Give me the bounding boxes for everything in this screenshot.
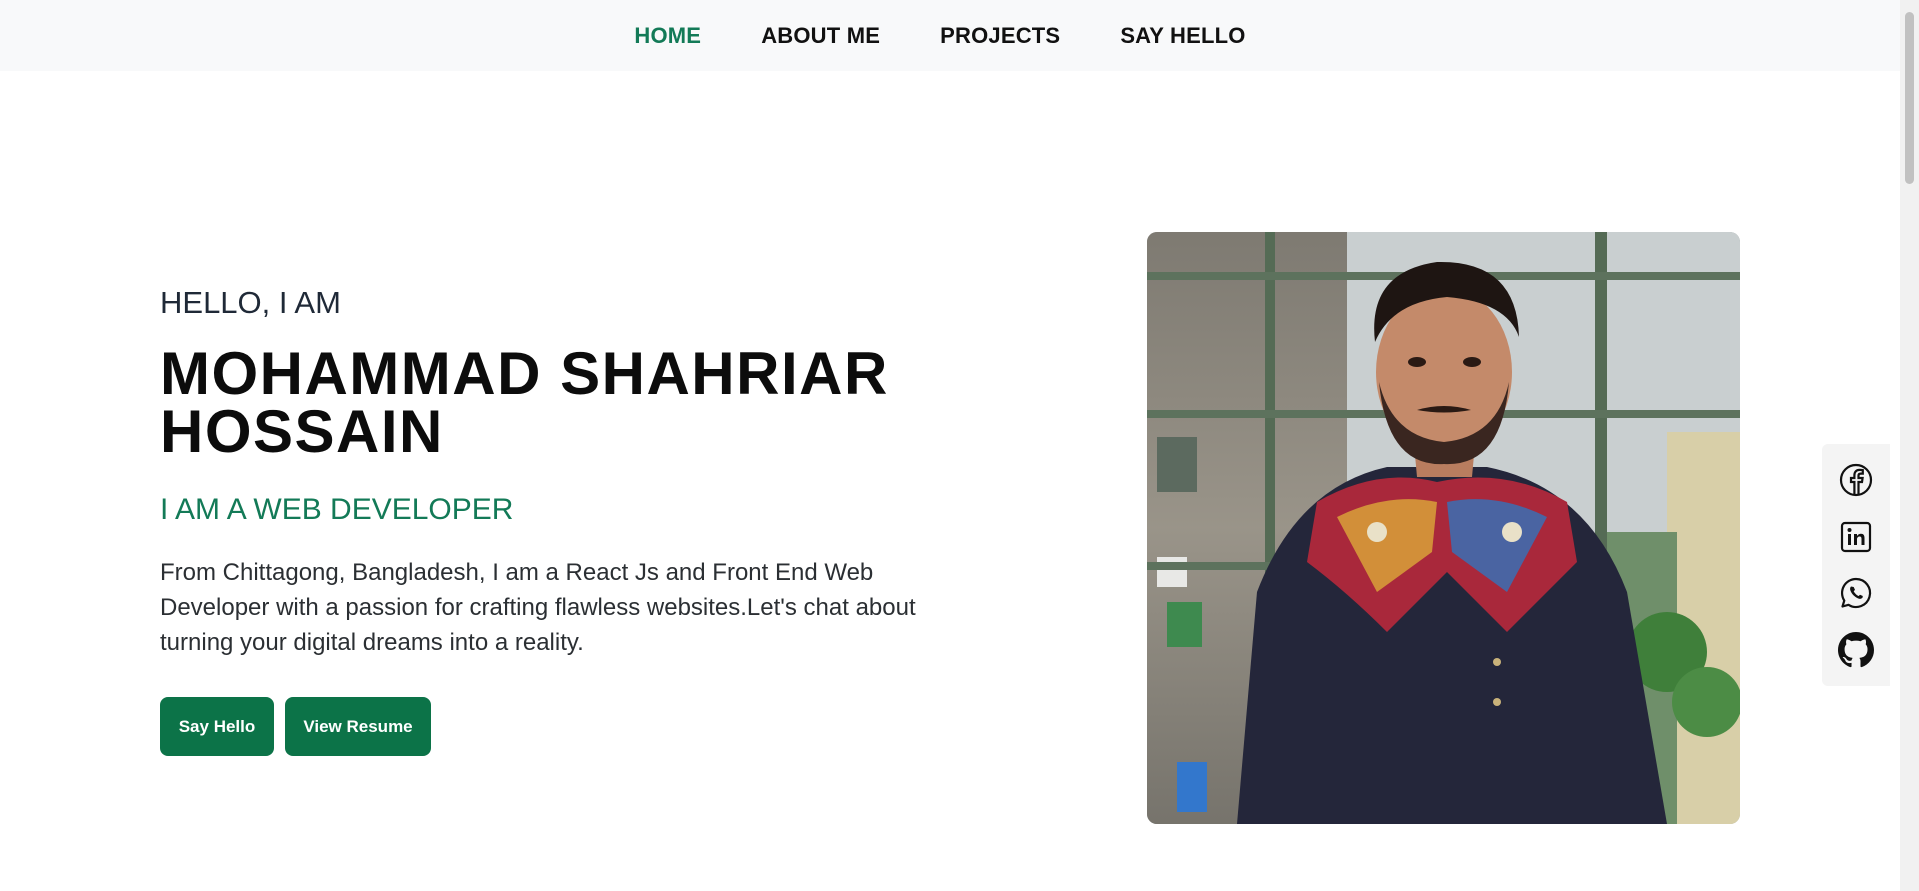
profile-photo [1147, 232, 1740, 824]
hero-name-line2: HOSSAIN [160, 398, 444, 465]
social-sidebar [1822, 444, 1890, 686]
hero-role: I AM A WEB DEVELOPER [160, 493, 514, 526]
facebook-icon[interactable] [1837, 461, 1875, 499]
scrollbar-thumb[interactable] [1905, 12, 1914, 184]
nav-projects-link[interactable]: PROJECTS [940, 23, 1060, 48]
hero-greeting: HELLO, I AM [160, 285, 341, 320]
hero-section: HELLO, I AM MOHAMMAD SHAHRIAR HOSSAIN I … [160, 285, 940, 756]
view-resume-button[interactable]: View Resume [285, 697, 431, 756]
page-scrollbar[interactable] [1900, 0, 1919, 891]
hero-buttons: Say Hello View Resume [160, 697, 940, 756]
top-navbar: HOME ABOUT ME PROJECTS SAY HELLO [0, 0, 1900, 71]
github-icon[interactable] [1837, 631, 1875, 669]
hero-name: MOHAMMAD SHAHRIAR HOSSAIN [160, 344, 940, 462]
linkedin-icon[interactable] [1837, 518, 1875, 556]
whatsapp-icon[interactable] [1837, 574, 1875, 612]
say-hello-button[interactable]: Say Hello [160, 697, 274, 756]
hero-name-line1: MOHAMMAD SHAHRIAR [160, 340, 889, 407]
nav-about-link[interactable]: ABOUT ME [761, 23, 880, 48]
nav-home-link[interactable]: HOME [634, 23, 701, 48]
nav-say-hello-link[interactable]: SAY HELLO [1120, 23, 1245, 48]
hero-bio: From Chittagong, Bangladesh, I am a Reac… [160, 559, 916, 656]
nav-list: HOME ABOUT ME PROJECTS SAY HELLO [634, 23, 1245, 49]
